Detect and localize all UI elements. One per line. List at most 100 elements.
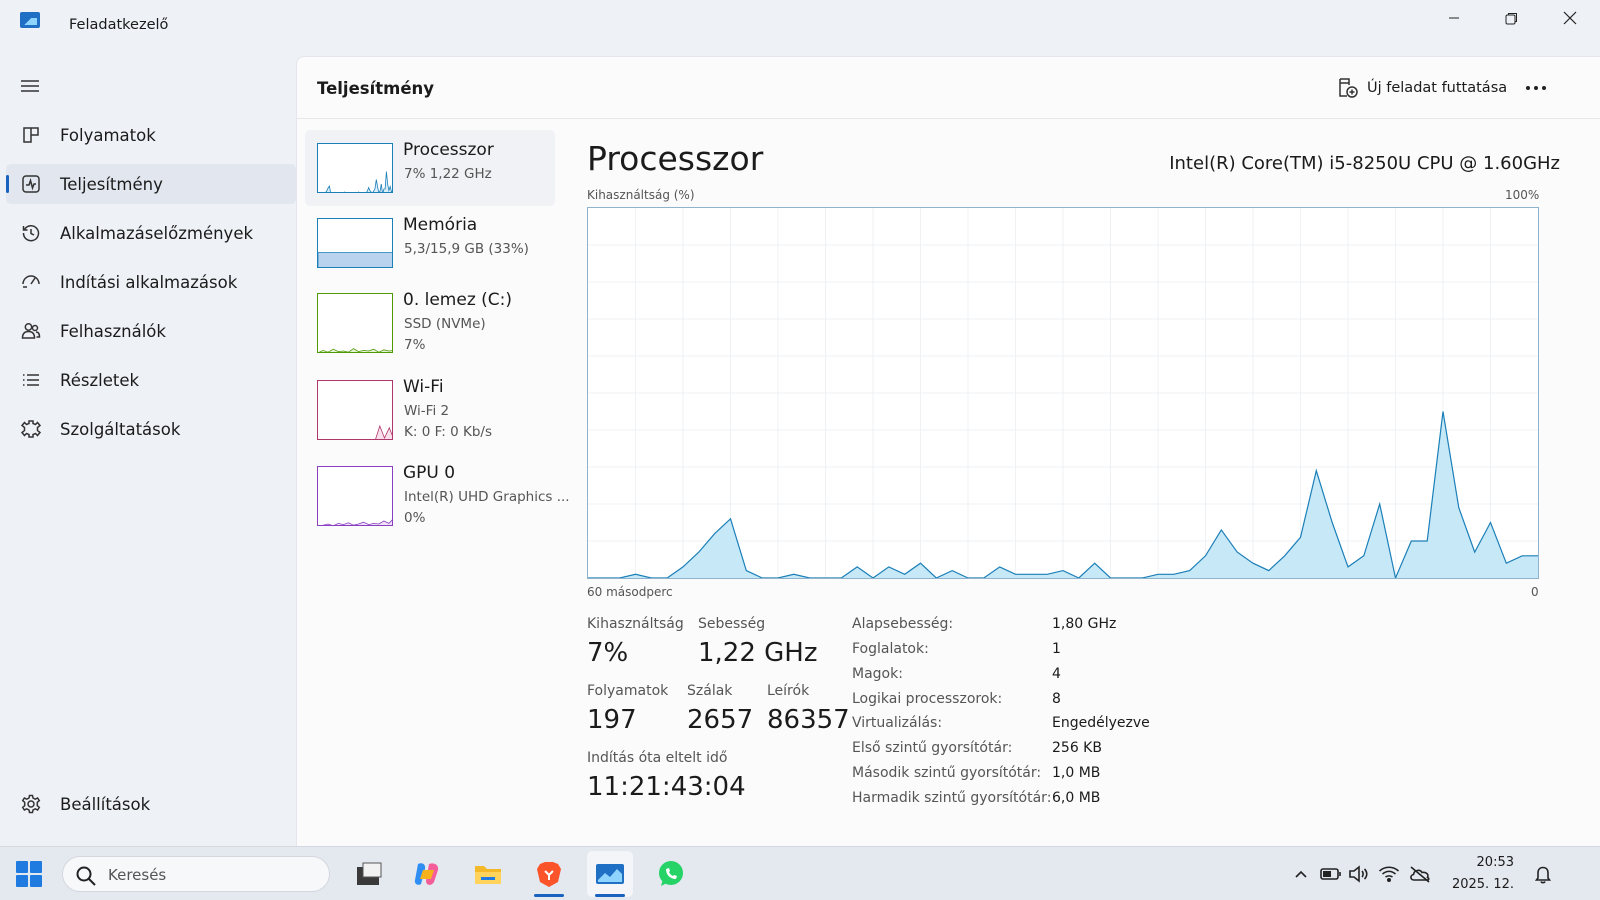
processes-value: 197 — [587, 705, 637, 735]
disk-thumbnail-graph — [317, 293, 393, 353]
resource-name: Wi-Fi — [403, 377, 444, 397]
run-new-task-button[interactable]: Új feladat futtatása — [1337, 75, 1507, 101]
battery-status-button[interactable] — [1320, 863, 1342, 885]
utilization-value: 7% — [587, 638, 629, 668]
graph-x-min-label: 0 — [1531, 585, 1539, 599]
settings-label: Beállítások — [60, 794, 151, 814]
cpu-thumbnail-graph — [317, 143, 393, 193]
resource-name: Memória — [403, 215, 478, 235]
chevron-up-icon — [1295, 870, 1307, 878]
more-options-button[interactable] — [1519, 75, 1553, 101]
handles-label: Leírók — [767, 683, 810, 699]
brave-browser-icon — [537, 862, 561, 887]
taskbar-app-whatsapp[interactable] — [648, 851, 694, 897]
property-key: Logikai processzorok: — [852, 691, 1003, 707]
sidebar-item-app-history[interactable]: Alkalmazáselőzmények — [6, 213, 296, 253]
cpu-model-name: Intel(R) Core(TM) i5-8250U CPU @ 1.60GHz — [1169, 153, 1560, 174]
menu-toggle-button[interactable] — [20, 78, 40, 94]
taskbar-app-copilot[interactable] — [404, 851, 450, 897]
property-value: Engedélyezve — [1052, 715, 1150, 731]
resource-detail: SSD (NVMe) — [404, 316, 486, 332]
taskbar-app-file-explorer-dark[interactable] — [346, 851, 392, 897]
resource-item-disk[interactable]: 0. lemez (C:) SSD (NVMe) 7% — [305, 280, 555, 356]
memory-thumbnail-graph — [317, 218, 393, 268]
main-header: Teljesítmény Új feladat futtatása — [297, 57, 1600, 119]
folder-icon — [475, 866, 501, 884]
cpu-thumbnail-line — [325, 171, 392, 192]
property-value: 1,80 GHz — [1052, 616, 1117, 632]
sidebar-item-performance[interactable]: Teljesítmény — [6, 164, 296, 204]
sidebar-item-label: Folyamatok — [60, 125, 156, 145]
uptime-value: 11:21:43:04 — [587, 772, 746, 802]
sidebar-item-details[interactable]: Részletek — [6, 360, 296, 400]
sidebar: Folyamatok Teljesítmény Alkalmazáselőzmé… — [0, 56, 296, 846]
restore-button[interactable] — [1481, 0, 1541, 36]
sidebar-item-label: Alkalmazáselőzmények — [60, 223, 254, 243]
resource-item-wifi[interactable]: Wi-Fi Wi-Fi 2 K: 0 F: 0 Kb/s — [305, 367, 555, 443]
gpu-thumbnail-line — [322, 519, 392, 525]
network-button[interactable] — [1378, 863, 1400, 885]
resource-detail: Intel(R) UHD Graphics ... — [404, 489, 570, 505]
sidebar-item-users[interactable]: Felhasználók — [6, 311, 296, 351]
main-panel: Teljesítmény Új feladat futtatása Proces… — [296, 56, 1600, 846]
close-button[interactable] — [1540, 0, 1600, 36]
uptime-label: Indítás óta eltelt idő — [587, 750, 728, 766]
property-value: 256 KB — [1052, 740, 1102, 756]
whatsapp-icon — [659, 861, 683, 886]
settings-button[interactable]: Beállítások — [6, 784, 296, 824]
resource-name: 0. lemez (C:) — [403, 290, 513, 310]
windows-logo-icon — [16, 861, 28, 873]
volume-button[interactable] — [1348, 863, 1370, 885]
title-bar: Feladatkezelő — [0, 0, 1600, 56]
taskbar-search-box[interactable]: Keresés — [62, 856, 330, 892]
threads-label: Szálak — [687, 683, 733, 699]
sidebar-item-processes[interactable]: Folyamatok — [6, 115, 296, 155]
disk-thumbnail-line — [318, 348, 392, 352]
task-manager-icon — [20, 12, 40, 28]
sidebar-item-label: Teljesítmény — [60, 174, 163, 194]
detail-title: Processzor — [587, 139, 764, 178]
resource-detail: K: 0 F: 0 Kb/s — [404, 424, 493, 440]
taskbar-clock[interactable]: 20:53 2025. 12. 29. — [1432, 852, 1514, 900]
resource-item-cpu[interactable]: Processzor 7% 1,22 GHz — [305, 130, 555, 206]
taskbar: Keresés 20:53 2025. 12. 29. — [0, 846, 1600, 900]
start-button[interactable] — [16, 861, 42, 887]
search-icon — [76, 866, 96, 886]
wifi-icon — [1378, 866, 1400, 883]
hamburger-icon — [21, 80, 39, 92]
notifications-button[interactable] — [1532, 863, 1554, 885]
windows-logo-icon — [16, 875, 28, 887]
property-key: Második szintű gyorsítótár: — [852, 765, 1042, 781]
file-explorer-dark-icon — [357, 862, 382, 885]
windows-logo-icon — [30, 875, 42, 887]
page-title: Teljesítmény — [317, 79, 435, 98]
new-task-icon — [1339, 78, 1358, 98]
taskbar-app-task-manager[interactable] — [587, 851, 633, 897]
taskbar-app-brave[interactable] — [526, 851, 572, 897]
resource-item-gpu[interactable]: GPU 0 Intel(R) UHD Graphics ... 0% — [305, 453, 570, 529]
sidebar-item-label: Indítási alkalmazások — [60, 272, 238, 292]
resource-name: Processzor — [403, 140, 494, 160]
cpu-utilization-chart — [588, 208, 1538, 580]
speed-label: Sebesség — [698, 616, 766, 632]
utilization-label: Kihasználtság — [587, 616, 684, 632]
sidebar-item-services[interactable]: Szolgáltatások — [6, 409, 296, 449]
taskbar-app-folder[interactable] — [465, 851, 511, 897]
copilot-icon — [414, 863, 439, 885]
run-new-task-label: Új feladat futtatása — [1367, 80, 1508, 96]
property-key: Harmadik szintű gyorsítótár: — [852, 790, 1052, 806]
clock-time: 20:53 — [1476, 855, 1514, 870]
wifi-thumbnail-line — [375, 424, 392, 439]
resource-item-memory[interactable]: Memória 5,3/15,9 GB (33%) — [305, 205, 555, 281]
minimize-button[interactable] — [1424, 0, 1484, 36]
property-value: 6,0 MB — [1052, 790, 1101, 806]
task-manager-icon — [596, 864, 624, 884]
show-hidden-icons-button[interactable] — [1290, 863, 1312, 885]
graph-y-axis-label: Kihasználtság (%) — [587, 188, 695, 202]
users-icon — [20, 320, 42, 342]
onedrive-status-button[interactable] — [1408, 863, 1430, 885]
services-icon — [20, 418, 42, 440]
sidebar-item-startup-apps[interactable]: Indítási alkalmazások — [6, 262, 296, 302]
speed-value: 1,22 GHz — [698, 638, 818, 668]
resource-name: GPU 0 — [403, 463, 456, 483]
